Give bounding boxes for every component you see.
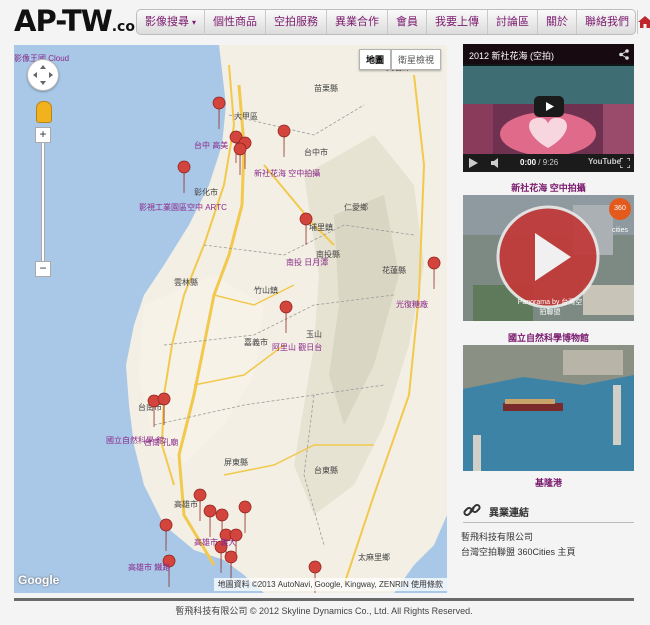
zoom-slider[interactable] bbox=[41, 143, 45, 261]
nav-about[interactable]: 關於 bbox=[538, 10, 578, 34]
fullscreen-icon[interactable] bbox=[620, 158, 630, 168]
keelung-harbor-photo[interactable] bbox=[463, 345, 634, 471]
home-icon bbox=[638, 16, 650, 28]
marker-label: 阿里山 觀日台 bbox=[272, 342, 322, 352]
copyright-text: 暫飛科技有限公司 © 2012 Skyline Dynamics Co., Lt… bbox=[175, 606, 473, 616]
nav-image-search[interactable]: 影像搜尋 ▾ bbox=[137, 9, 206, 35]
place-label: 玉山 bbox=[306, 329, 322, 339]
nav-upload[interactable]: 我要上傳 bbox=[427, 10, 489, 34]
map-attribution: 地圖資料 ©2013 AutoNavi, Google, Kingway, ZE… bbox=[213, 578, 447, 591]
panorama-credit: Panorama by 台灣空拍聯盟 bbox=[517, 299, 583, 316]
place-label: 太麻里鄉 bbox=[358, 552, 390, 562]
place-label: 雲林縣 bbox=[174, 277, 198, 287]
place-label: 仁愛鄉 bbox=[344, 202, 368, 212]
youtube-video-player[interactable]: 2012 新社花海 (空拍) 0:00 / 9:26 YouTube bbox=[463, 44, 634, 172]
partner-links-title: 異業連結 bbox=[489, 508, 529, 519]
nav-partners[interactable]: 異業合作 bbox=[327, 10, 389, 34]
marker-label: 南投 日月潭 bbox=[286, 257, 328, 267]
street-view-pegman-icon[interactable] bbox=[36, 101, 52, 123]
site-footer: 暫飛科技有限公司 © 2012 Skyline Dynamics Co., Lt… bbox=[14, 598, 634, 625]
map-canvas[interactable]: 尖石鄉 苗栗縣 大甲區 台中市 仁愛鄉 彰化市 南投縣 花蓮縣 雲林縣 竹山鎮 … bbox=[14, 45, 447, 593]
map-type-control: 地圖 衛星檢視 bbox=[358, 49, 441, 70]
video-caption-link[interactable]: 新社花海 空中拍攝 bbox=[463, 181, 634, 194]
marker-label: 台南 孔廟 bbox=[144, 437, 178, 447]
video-controls: 0:00 / 9:26 YouTube bbox=[463, 154, 634, 172]
marker-label: 台中 高美 bbox=[194, 140, 228, 150]
site-header: AP-TW.com 影像搜尋 ▾ 個性商品 空拍服務 異業合作 會員 我要上傳 討… bbox=[0, 0, 650, 42]
map-type-map-button[interactable]: 地圖 bbox=[358, 49, 391, 70]
harbor-image bbox=[463, 345, 634, 471]
place-label: 台東縣 bbox=[314, 465, 338, 475]
place-label: 大甲區 bbox=[234, 111, 258, 121]
youtube-logo[interactable]: YouTube bbox=[588, 157, 621, 166]
marker-label: 新社花海 空中拍攝 bbox=[254, 168, 320, 178]
terms-link[interactable]: 使用條款 bbox=[411, 580, 443, 589]
place-label: 埔里鎮 bbox=[309, 222, 333, 232]
place-label: 屏東縣 bbox=[224, 457, 248, 467]
partner-link[interactable]: 暫飛科技有限公司 bbox=[461, 530, 533, 543]
nav-contact[interactable]: 聯絡我們 bbox=[577, 10, 639, 34]
volume-icon[interactable] bbox=[491, 158, 503, 168]
google-map[interactable]: 尖石鄉 苗栗縣 大甲區 台中市 仁愛鄉 彰化市 南投縣 花蓮縣 雲林縣 竹山鎮 … bbox=[14, 45, 447, 593]
partner-links-header: 異業連結 bbox=[463, 500, 634, 523]
video-title: 2012 新社花海 (空拍) bbox=[469, 51, 555, 61]
video-title-bar: 2012 新社花海 (空拍) bbox=[463, 44, 634, 66]
place-label: 台中市 bbox=[304, 147, 328, 157]
pan-arrows-icon bbox=[33, 65, 53, 85]
place-label: 竹山鎮 bbox=[254, 285, 278, 295]
zoom-in-button[interactable]: + bbox=[35, 127, 51, 143]
place-label: 高雄市 bbox=[174, 499, 198, 509]
360cities-badge: 360 cities bbox=[609, 198, 631, 234]
place-label: 苗栗縣 bbox=[314, 83, 338, 93]
place-label: 花蓮縣 bbox=[382, 265, 406, 275]
nav-products[interactable]: 個性商品 bbox=[205, 10, 267, 34]
home-button[interactable] bbox=[638, 10, 650, 34]
marker-label: 光復糖廠 bbox=[396, 299, 428, 309]
map-type-satellite-button[interactable]: 衛星檢視 bbox=[390, 49, 441, 70]
nav-aerial-service[interactable]: 空拍服務 bbox=[266, 10, 328, 34]
share-icon[interactable] bbox=[619, 49, 629, 60]
site-logo[interactable]: AP-TW.com bbox=[14, 3, 150, 45]
partner-link[interactable]: 台灣空拍聯盟 360Cities 主頁 bbox=[461, 545, 576, 558]
panorama-thumbnail[interactable]: 360 cities Panorama by 台灣空拍聯盟 bbox=[463, 195, 634, 321]
link-chain-icon bbox=[463, 503, 481, 517]
panorama-caption-link[interactable]: 國立自然科學博物館 bbox=[463, 331, 634, 344]
pan-control[interactable] bbox=[27, 59, 59, 91]
video-time: 0:00 / 9:26 bbox=[520, 158, 559, 167]
marker-label: 高雄市 義大 bbox=[194, 537, 236, 547]
marker-label: 高雄市 鐵路 bbox=[128, 562, 170, 572]
nav-forum[interactable]: 討論區 bbox=[488, 10, 539, 34]
play-button[interactable] bbox=[534, 96, 564, 117]
chevron-down-icon: ▾ bbox=[192, 17, 197, 27]
play-icon bbox=[546, 102, 554, 111]
place-label: 彰化市 bbox=[194, 187, 218, 197]
main-nav: 影像搜尋 ▾ 個性商品 空拍服務 異業合作 會員 我要上傳 討論區 關於 聯絡我們 bbox=[136, 9, 650, 35]
nav-members[interactable]: 會員 bbox=[388, 10, 428, 34]
photo-caption-link[interactable]: 基隆港 bbox=[463, 476, 634, 489]
google-logo: Google bbox=[18, 573, 60, 587]
play-small-icon[interactable] bbox=[469, 158, 478, 168]
place-label: 嘉義市 bbox=[244, 337, 268, 347]
zoom-control: + − bbox=[35, 127, 51, 277]
marker-label: 影視工業園區空中 ARTC bbox=[139, 202, 227, 212]
zoom-out-button[interactable]: − bbox=[35, 261, 51, 277]
